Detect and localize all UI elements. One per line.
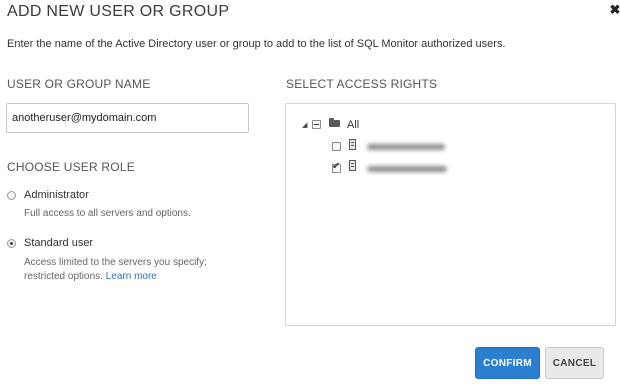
confirm-button[interactable]: CONFIRM <box>475 347 540 379</box>
redacted-server-name <box>367 144 445 150</box>
standard-user-description: Access limited to the servers you specif… <box>24 256 224 284</box>
folder-icon <box>329 118 340 127</box>
all-partial-checkbox[interactable] <box>312 120 321 129</box>
standard-user-label[interactable]: Standard user <box>24 237 93 249</box>
administrator-label[interactable]: Administrator <box>24 189 89 201</box>
user-or-group-name-input[interactable] <box>6 103 249 133</box>
close-icon[interactable]: ✖ <box>608 3 620 17</box>
intro-text: Enter the name of the Active Directory u… <box>7 38 506 50</box>
tree-expander-icon[interactable]: ◢ <box>302 121 307 129</box>
role-option-standard-user[interactable]: Standard user <box>7 237 93 249</box>
checkmark-icon: ✔ <box>332 161 341 172</box>
administrator-description: Full access to all servers and options. <box>24 208 191 219</box>
role-option-administrator[interactable]: Administrator <box>7 189 89 201</box>
dialog-title: ADD NEW USER OR GROUP <box>7 3 230 20</box>
server-2-checkbox[interactable]: ✔ <box>332 161 341 173</box>
server-icon <box>349 160 356 171</box>
select-access-rights-heading: SELECT ACCESS RIGHTS <box>286 77 438 91</box>
cancel-button[interactable]: CANCEL <box>545 347 604 379</box>
server-icon <box>349 139 356 150</box>
choose-user-role-heading: CHOOSE USER ROLE <box>7 160 135 174</box>
redacted-server-name <box>367 166 447 172</box>
user-or-group-name-heading: USER OR GROUP NAME <box>7 77 151 91</box>
learn-more-link[interactable]: Learn more <box>106 271 157 282</box>
server-1-checkbox[interactable] <box>332 142 341 151</box>
standard-user-radio[interactable] <box>7 238 16 248</box>
tree-root-label[interactable]: All <box>347 119 359 131</box>
administrator-radio[interactable] <box>7 190 16 200</box>
access-rights-tree <box>285 103 616 326</box>
